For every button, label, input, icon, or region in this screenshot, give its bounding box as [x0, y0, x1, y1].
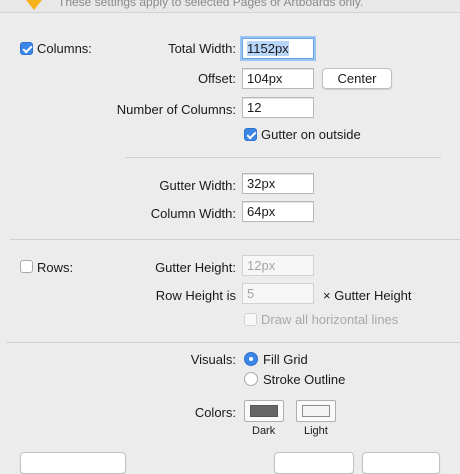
columns-label: Columns: [37, 41, 92, 56]
section-divider-visuals [6, 342, 460, 343]
columns-divider [125, 157, 441, 158]
number-of-columns-label: Number of Columns: [116, 102, 236, 117]
settings-note: These settings apply to selected Pages o… [58, 0, 364, 9]
light-color-well[interactable] [296, 400, 336, 422]
row-height-input[interactable]: 5 [242, 283, 314, 304]
colors-label: Colors: [194, 405, 236, 420]
gutter-width-input[interactable]: 32px [242, 173, 314, 194]
rows-checkbox[interactable] [20, 260, 33, 273]
gutter-height-label: Gutter Height: [155, 260, 236, 275]
row-height-label: Row Height is [155, 288, 236, 303]
total-width-input[interactable]: 1152px [242, 38, 314, 59]
column-width-input[interactable]: 64px [242, 201, 314, 222]
fill-grid-label: Fill Grid [263, 352, 308, 367]
visuals-label: Visuals: [190, 352, 236, 367]
offset-input[interactable]: 104px [242, 68, 314, 89]
make-default-button[interactable] [20, 452, 126, 474]
gutter-on-outside-checkbox[interactable] [244, 128, 257, 141]
dark-color-label: Dark [252, 425, 276, 437]
center-button[interactable]: Center [322, 68, 392, 89]
columns-checkbox[interactable] [20, 42, 33, 55]
total-width-label: Total Width: [168, 41, 236, 56]
dark-color-swatch [250, 405, 278, 417]
column-width-label: Column Width: [150, 206, 236, 221]
number-of-columns-input[interactable]: 12 [242, 97, 314, 118]
ok-button[interactable] [362, 452, 440, 474]
row-height-suffix: × Gutter Height [323, 288, 412, 303]
stroke-outline-label: Stroke Outline [263, 372, 346, 387]
offset-label: Offset: [197, 71, 236, 86]
gutter-height-input[interactable]: 12px [242, 255, 314, 276]
rows-label: Rows: [37, 260, 74, 275]
draw-horizontal-lines-label: Draw all horizontal lines [261, 312, 399, 327]
draw-horizontal-lines-checkbox[interactable] [244, 313, 257, 326]
cancel-button[interactable] [274, 452, 354, 474]
settings-note-bar: These settings apply to selected Pages o… [0, 0, 460, 13]
sketch-diamond-icon [26, 0, 42, 10]
total-width-value: 1152px [247, 41, 289, 56]
light-color-label: Light [304, 425, 328, 437]
fill-grid-radio[interactable] [244, 352, 258, 366]
gutter-on-outside-label: Gutter on outside [261, 127, 361, 142]
gutter-width-label: Gutter Width: [159, 178, 236, 193]
dark-color-well[interactable] [244, 400, 284, 422]
light-color-swatch [302, 405, 330, 417]
stroke-outline-radio[interactable] [244, 372, 258, 386]
section-divider-rows [10, 239, 460, 240]
